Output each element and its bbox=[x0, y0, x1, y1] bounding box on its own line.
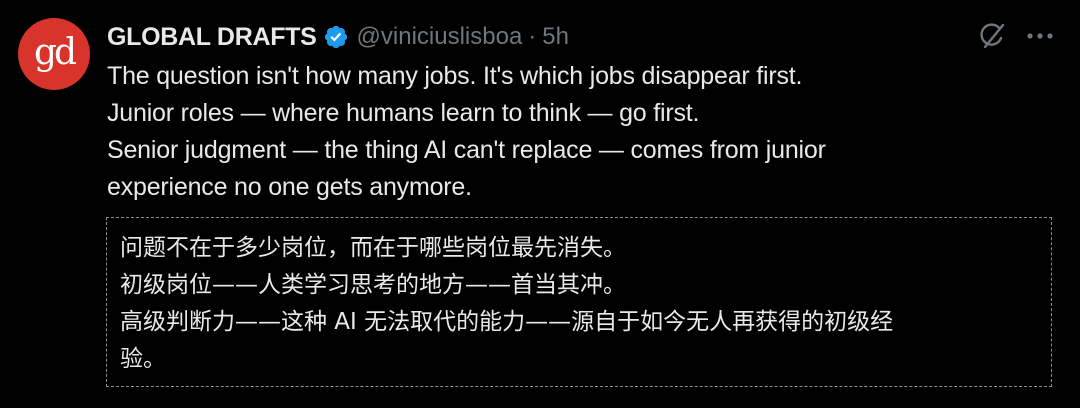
grok-icon[interactable] bbox=[974, 18, 1010, 54]
translation-box: 问题不在于多少岗位，而在于哪些岗位最先消失。 初级岗位——人类学习思考的地方——… bbox=[106, 217, 1052, 387]
author-name[interactable]: GLOBAL DRAFTS bbox=[107, 23, 317, 52]
tweet-text-line: experience no one gets anymore. bbox=[107, 173, 472, 201]
translation-text: 问题不在于多少岗位，而在于哪些岗位最先消失。 初级岗位——人类学习思考的地方——… bbox=[120, 230, 1040, 378]
translation-line: 高级判断力——这种 AI 无法取代的能力——源自于如今无人再获得的初级经 bbox=[120, 309, 894, 335]
translation-line: 问题不在于多少岗位，而在于哪些岗位最先消失。 bbox=[120, 235, 626, 261]
tweet-text-line: The question isn't how many jobs. It's w… bbox=[107, 62, 803, 90]
timestamp[interactable]: 5h bbox=[542, 23, 569, 51]
translation-line: 初级岗位——人类学习思考的地方——首当其冲。 bbox=[120, 272, 626, 298]
author-handle[interactable]: @viniciuslisboa bbox=[357, 23, 523, 51]
tweet-text-line: Junior roles — where humans learn to thi… bbox=[107, 99, 700, 127]
avatar[interactable]: gd bbox=[18, 18, 90, 90]
avatar-logo-text: gd bbox=[33, 31, 77, 73]
more-options-icon[interactable] bbox=[1022, 18, 1058, 54]
tweet-header: GLOBAL DRAFTS @viniciuslisboa · 5h bbox=[107, 20, 569, 54]
header-actions bbox=[974, 18, 1058, 54]
separator-dot: · bbox=[528, 23, 537, 50]
verified-badge-icon bbox=[323, 24, 349, 50]
tweet-text-line: Senior judgment — the thing AI can't rep… bbox=[107, 136, 826, 164]
tweet-text: The question isn't how many jobs. It's w… bbox=[107, 58, 1047, 206]
tweet: gd GLOBAL DRAFTS @viniciuslisboa · 5h Th… bbox=[0, 0, 1080, 408]
translation-line: 验。 bbox=[120, 346, 166, 372]
